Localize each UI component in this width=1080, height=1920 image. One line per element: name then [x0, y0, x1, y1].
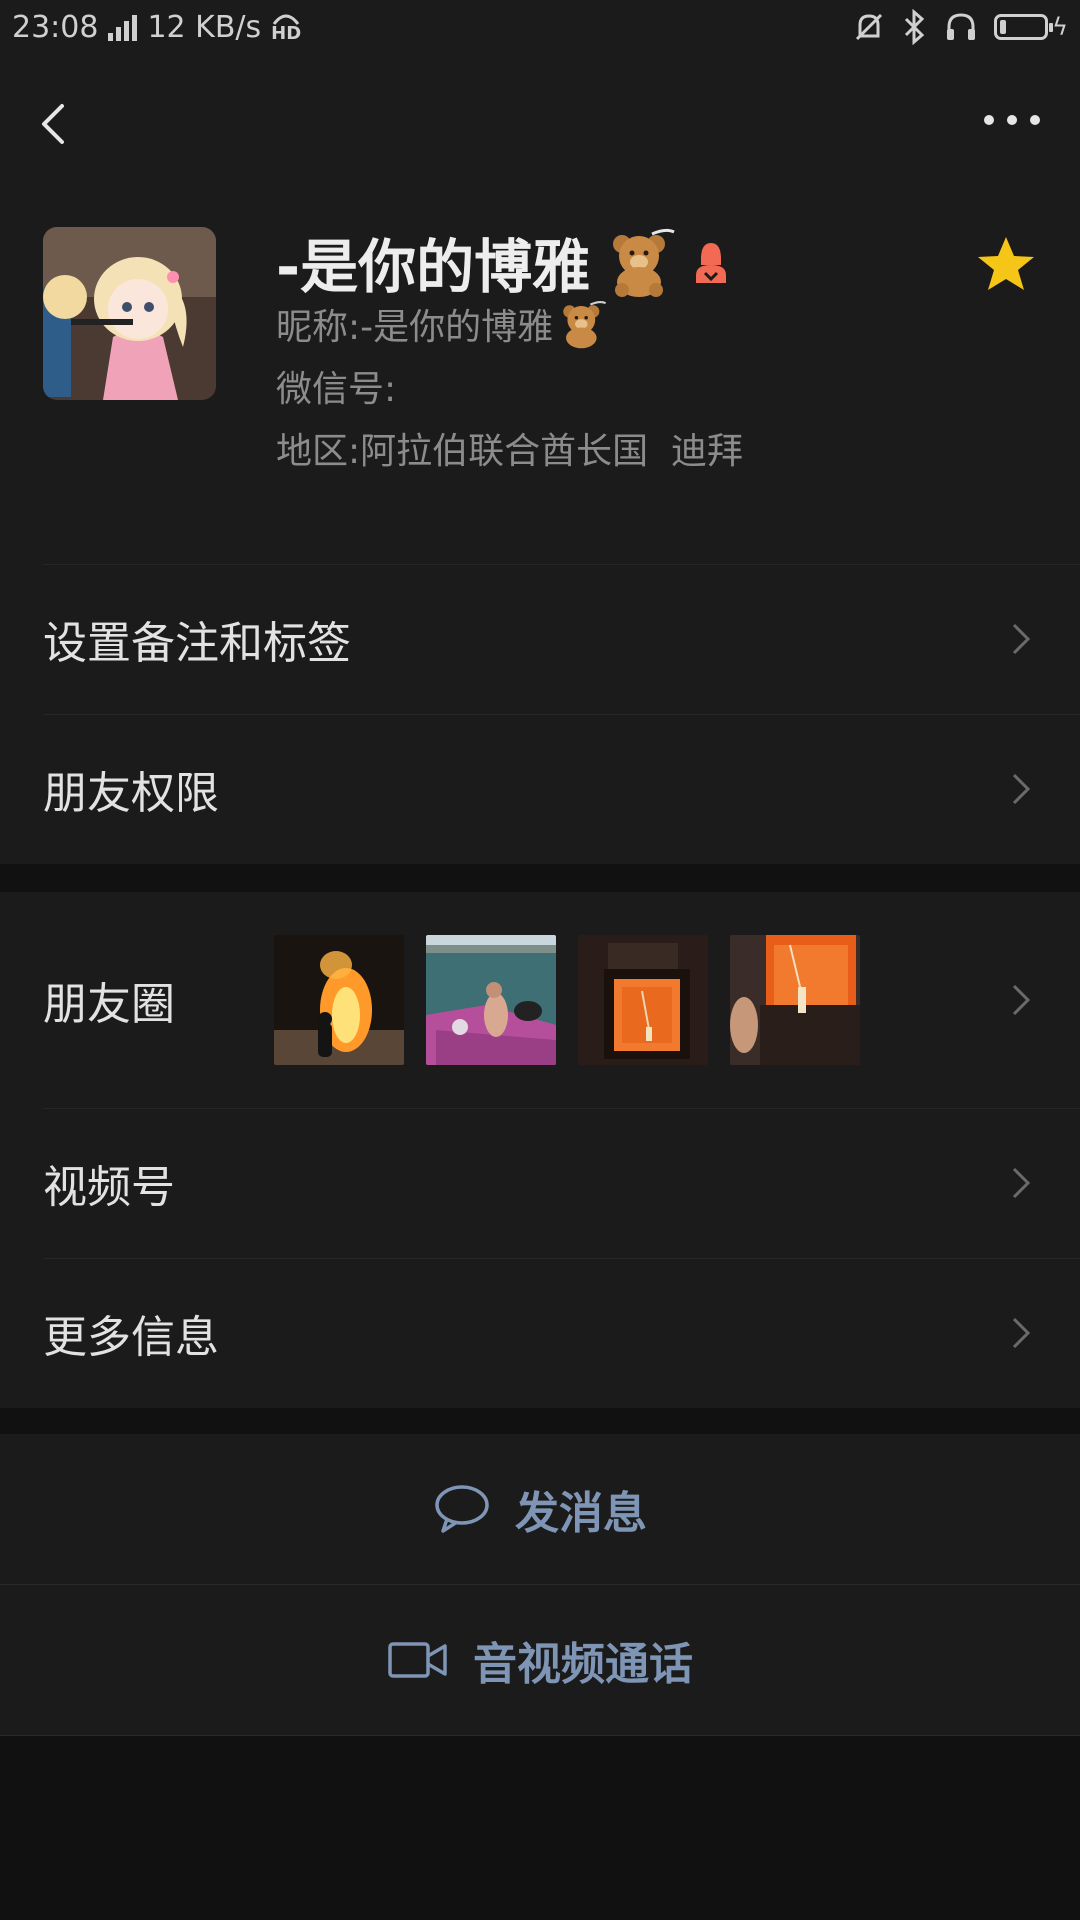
- chevron-right-icon: [1012, 984, 1031, 1016]
- teddy-bear-icon: [563, 301, 607, 349]
- remark-and-tags-row[interactable]: 设置备注和标签: [0, 564, 1080, 714]
- nickname-value: -是你的博雅: [360, 307, 554, 348]
- more-dots-icon[interactable]: [984, 110, 1040, 130]
- nickname-line: 昵称: -是你的博雅: [276, 298, 607, 350]
- boat-photo: [426, 935, 556, 1065]
- star-icon[interactable]: [976, 234, 1036, 294]
- status-time: 23:08: [12, 9, 99, 45]
- display-name: -是你的博雅: [276, 233, 591, 301]
- cellular-signal-icon: [108, 13, 138, 41]
- friend-permissions-label: 朋友权限: [43, 768, 219, 819]
- status-left: 23:08 12 KB/s HD: [12, 6, 301, 48]
- region-label: 地区:: [276, 431, 361, 472]
- settings-group: 设置备注和标签 朋友权限: [0, 564, 1080, 864]
- video-call-button[interactable]: 音视频通话: [0, 1585, 1080, 1735]
- action-divider: [0, 1735, 1080, 1736]
- video-call-label: 音视频通话: [473, 1639, 693, 1690]
- bonfire-photo: [274, 935, 404, 1065]
- display-name-row: -是你的博雅: [276, 224, 732, 301]
- region-line: 地区: 阿拉伯联合酋长国 迪拜: [276, 422, 743, 474]
- more-info-label: 更多信息: [43, 1312, 219, 1363]
- wechat-id-label: 微信号:: [276, 369, 397, 410]
- wechat-id-line: 微信号:: [276, 360, 396, 412]
- channels-label: 视频号: [43, 1162, 175, 1213]
- jewelry-box-photo: [578, 935, 708, 1065]
- send-message-button[interactable]: 发消息: [0, 1434, 1080, 1584]
- necklace-box-photo: [730, 935, 860, 1065]
- network-speed: 12 KB/s: [147, 9, 262, 45]
- moments-row[interactable]: 朋友圈: [0, 892, 1080, 1108]
- battery-icon: [994, 14, 1054, 40]
- bluetooth-icon: [905, 9, 925, 45]
- friend-permissions-row[interactable]: 朋友权限: [0, 714, 1080, 864]
- status-bar: 23:08 12 KB/s HD ϟ: [0, 0, 1080, 54]
- chevron-right-icon: [1012, 623, 1031, 655]
- hd-label: HD: [271, 23, 302, 44]
- female-icon: [696, 243, 727, 283]
- remark-and-tags-label: 设置备注和标签: [43, 618, 351, 669]
- nickname-label: 昵称:: [276, 307, 361, 348]
- battery-fill: [1000, 20, 1007, 34]
- more-info-row[interactable]: 更多信息: [0, 1258, 1080, 1408]
- moments-label: 朋友圈: [43, 979, 175, 1030]
- profile-header: -是你的博雅 昵称: -是你的博雅 微信号: 地区: 阿拉伯联合酋长国 迪拜: [0, 184, 1080, 564]
- profile-screen: 23:08 12 KB/s HD ϟ -是你的博雅 昵称: -是你的博雅 微信号…: [0, 0, 1080, 1920]
- headphones-icon: [947, 13, 976, 40]
- channels-row[interactable]: 视频号: [0, 1108, 1080, 1258]
- charging-icon: ϟ: [1052, 13, 1068, 41]
- moments-thumbnails: [274, 935, 860, 1065]
- video-camera-icon: [388, 1642, 447, 1678]
- chat-bubble-icon: [435, 1485, 489, 1533]
- mute-bell-icon: [856, 13, 883, 41]
- status-right: ϟ: [852, 6, 1068, 48]
- chevron-left-icon[interactable]: [34, 94, 74, 154]
- teddy-bear-icon: [613, 228, 675, 297]
- hd-voice-icon: HD: [271, 12, 302, 44]
- send-message-label: 发消息: [515, 1488, 647, 1539]
- chevron-right-icon: [1012, 1167, 1031, 1199]
- nav-bar: [0, 54, 1080, 184]
- social-group: 朋友圈 视频号 更多信息: [0, 892, 1080, 1408]
- chevron-right-icon: [1012, 773, 1031, 805]
- avatar[interactable]: [43, 227, 216, 400]
- chevron-right-icon: [1012, 1317, 1031, 1349]
- region-value: 阿拉伯联合酋长国 迪拜: [360, 431, 744, 472]
